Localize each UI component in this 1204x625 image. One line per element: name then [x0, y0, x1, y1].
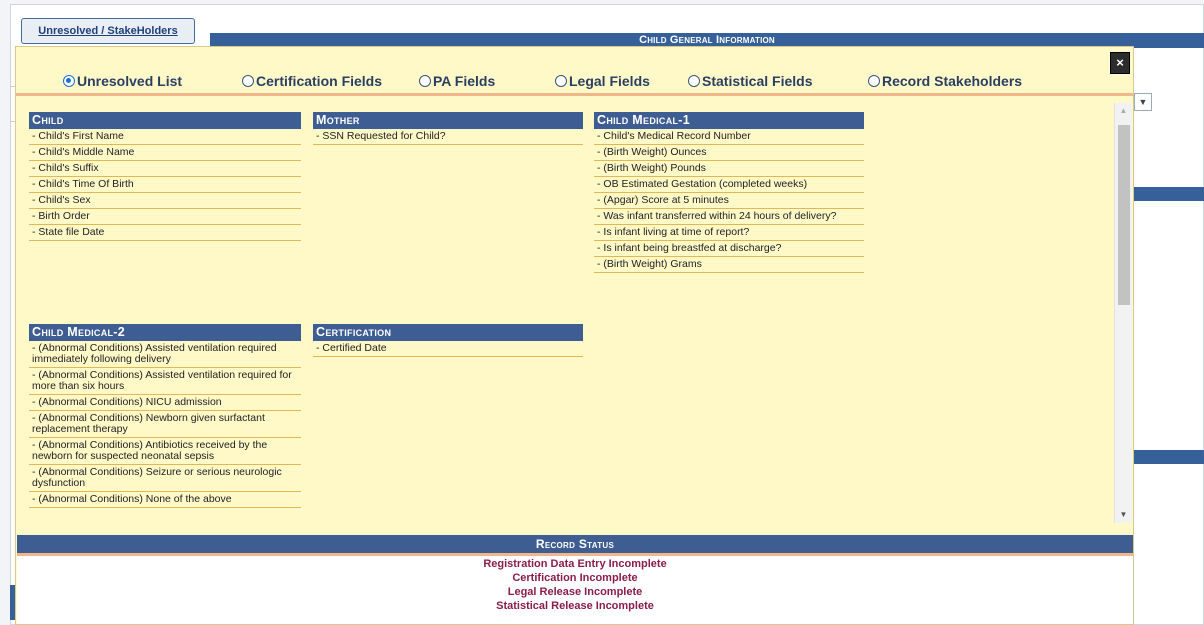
list-item: - SSN Requested for Child? — [313, 129, 583, 145]
section-child: Child - Child's First Name - Child's Mid… — [29, 112, 301, 241]
close-button[interactable]: × — [1110, 52, 1130, 74]
record-status-header: Record Status — [17, 535, 1133, 553]
radio-unselected-icon[interactable] — [555, 75, 567, 87]
scroll-up-arrow-icon[interactable]: ▲ — [1115, 103, 1132, 119]
list-item: - Child's Sex — [29, 193, 301, 209]
list-item: - (Abnormal Conditions) NICU admission — [29, 395, 301, 411]
scroll-thumb[interactable] — [1118, 125, 1130, 305]
radio-label: Record Stakeholders — [882, 73, 1023, 89]
unresolved-modal: × Unresolved List Certification Fields P… — [15, 46, 1134, 625]
unresolved-stakeholders-tab[interactable]: Unresolved / StakeHolders — [21, 18, 195, 44]
list-item: - Birth Order — [29, 209, 301, 225]
list-item: - Was infant transferred within 24 hours… — [594, 209, 864, 225]
radio-unresolved-list[interactable]: Unresolved List — [63, 73, 182, 89]
radio-statistical-fields[interactable]: Statistical Fields — [688, 73, 812, 89]
section-child-medical-2: Child Medical-2 - (Abnormal Conditions) … — [29, 324, 301, 508]
status-line: Legal Release Incomplete — [507, 586, 643, 598]
radio-certification-fields[interactable]: Certification Fields — [242, 73, 382, 89]
list-item: - (Apgar) Score at 5 minutes — [594, 193, 864, 209]
section-mother: Mother - SSN Requested for Child? — [313, 112, 583, 145]
list-item: - Child's First Name — [29, 129, 301, 145]
field-filter-radio-group: Unresolved List Certification Fields PA … — [16, 73, 1133, 95]
status-line: Certification Incomplete — [512, 572, 638, 584]
section-title: Child — [29, 112, 301, 129]
list-item: - Is infant living at time of report? — [594, 225, 864, 241]
unresolved-fields-list[interactable]: Child - Child's First Name - Child's Mid… — [17, 102, 1133, 524]
list-item: - (Abnormal Conditions) Newborn given su… — [29, 411, 301, 438]
section-certification: Certification - Certified Date — [313, 324, 583, 357]
status-line: Statistical Release Incomplete — [496, 600, 654, 612]
list-item: - (Abnormal Conditions) Assisted ventila… — [29, 368, 301, 395]
radio-label: Certification Fields — [256, 73, 383, 89]
list-item: - (Birth Weight) Ounces — [594, 145, 864, 161]
section-title: Mother — [313, 112, 583, 129]
background-section-strip — [1134, 450, 1204, 464]
radio-unselected-icon[interactable] — [868, 75, 880, 87]
list-item: - Child's Medical Record Number — [594, 129, 864, 145]
list-item: - OB Estimated Gestation (completed week… — [594, 177, 864, 193]
dropdown-chevron-icon[interactable]: ▼ — [1134, 93, 1152, 111]
radio-record-stakeholders[interactable]: Record Stakeholders — [868, 73, 1022, 89]
radio-label: Unresolved List — [77, 73, 183, 89]
radio-selected-icon[interactable] — [63, 75, 75, 87]
vertical-scrollbar[interactable]: ▲ ▼ — [1114, 103, 1132, 523]
list-item: - (Abnormal Conditions) Seizure or serio… — [29, 465, 301, 492]
tab-label: Unresolved / StakeHolders — [38, 25, 178, 37]
list-item: - Child's Time Of Birth — [29, 177, 301, 193]
list-item: - (Birth Weight) Pounds — [594, 161, 864, 177]
radio-pa-fields[interactable]: PA Fields — [419, 73, 495, 89]
list-item: - (Abnormal Conditions) Antibiotics rece… — [29, 438, 301, 465]
radio-label: PA Fields — [433, 73, 496, 89]
scroll-down-arrow-icon[interactable]: ▼ — [1115, 507, 1132, 523]
section-child-medical-1: Child Medical-1 - Child's Medical Record… — [594, 112, 864, 273]
list-item: - (Abnormal Conditions) None of the abov… — [29, 492, 301, 508]
close-icon: × — [1116, 55, 1124, 70]
list-item: - Child's Suffix — [29, 161, 301, 177]
record-status-body: Registration Data Entry Incomplete Certi… — [17, 556, 1133, 624]
radio-legal-fields[interactable]: Legal Fields — [555, 73, 650, 89]
radio-unselected-icon[interactable] — [688, 75, 700, 87]
radio-unselected-icon[interactable] — [242, 75, 254, 87]
list-item: - (Abnormal Conditions) Assisted ventila… — [29, 341, 301, 368]
list-item: - Child's Middle Name — [29, 145, 301, 161]
list-item: - Is infant being breastfed at discharge… — [594, 241, 864, 257]
list-item: - (Birth Weight) Grams — [594, 257, 864, 273]
section-title: Child Medical-1 — [594, 112, 864, 129]
list-item: - State file Date — [29, 225, 301, 241]
section-title: Child Medical-2 — [29, 324, 301, 341]
radio-label: Statistical Fields — [702, 73, 813, 89]
status-line: Registration Data Entry Incomplete — [483, 558, 667, 570]
section-title: Certification — [313, 324, 583, 341]
radio-divider — [16, 93, 1133, 96]
background-section-strip — [1134, 187, 1204, 201]
radio-unselected-icon[interactable] — [419, 75, 431, 87]
list-item: - Certified Date — [313, 341, 583, 357]
radio-label: Legal Fields — [569, 73, 650, 89]
